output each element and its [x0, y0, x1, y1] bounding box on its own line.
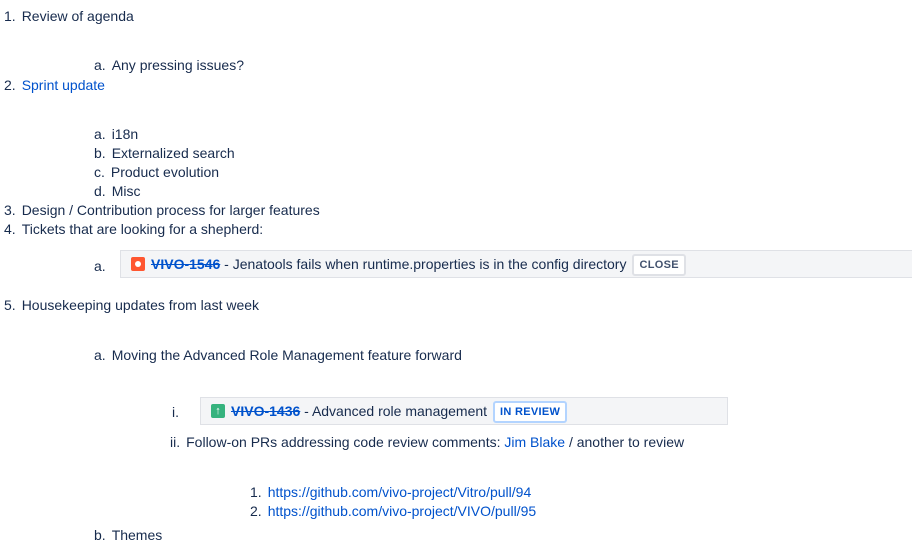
- list-item: a. i18n: [94, 125, 138, 143]
- jira-issue-separator: -: [300, 403, 312, 419]
- list-marker: 1.: [4, 8, 16, 24]
- list-marker: 3.: [4, 202, 16, 218]
- list-item: 3. Design / Contribution process for larg…: [4, 201, 320, 219]
- pr-link[interactable]: https://github.com/vivo-project/Vitro/pu…: [268, 484, 532, 500]
- list-marker: 2.: [250, 503, 262, 519]
- list-item-text: Follow-on PRs addressing code review com…: [186, 434, 505, 450]
- bug-icon: [131, 257, 145, 271]
- list-item-text: Design / Contribution process for larger…: [21, 202, 320, 218]
- list-item-text: Moving the Advanced Role Management feat…: [111, 347, 462, 363]
- list-item-text: Housekeeping updates from last week: [21, 297, 260, 313]
- pr-link[interactable]: https://github.com/vivo-project/VIVO/pul…: [268, 503, 536, 519]
- list-marker: c.: [94, 164, 105, 180]
- list-item: 5. Housekeeping updates from last week: [4, 296, 259, 314]
- list-item-text: Externalized search: [111, 145, 235, 161]
- list-item-text: i18n: [111, 126, 139, 142]
- status-badge: IN REVIEW: [493, 401, 568, 424]
- list-item: 2. Sprint update: [4, 76, 105, 94]
- list-item-text: Review of agenda: [21, 8, 134, 24]
- list-item: d. Misc: [94, 182, 140, 200]
- list-item: ii. Follow-on PRs addressing code review …: [170, 433, 684, 451]
- list-marker: a.: [94, 347, 106, 363]
- list-item-text: Themes: [111, 527, 163, 543]
- jira-issue-summary: Advanced role management: [311, 403, 488, 419]
- jira-issue-summary: Jenatools fails when runtime.properties …: [232, 256, 627, 272]
- list-item-text: Product evolution: [110, 164, 220, 180]
- list-item: a. Moving the Advanced Role Management fe…: [94, 346, 462, 364]
- list-marker: a.: [94, 126, 106, 142]
- list-item: b. Externalized search: [94, 144, 235, 162]
- list-item: a. Any pressing issues?: [94, 56, 244, 74]
- jira-issue-macro: VIVO-1546 - Jenatools fails when runtime…: [120, 250, 912, 278]
- list-item: a.: [94, 257, 112, 275]
- list-item: i.: [172, 403, 185, 421]
- user-mention-link[interactable]: Jim Blake: [504, 434, 565, 450]
- list-marker: 1.: [250, 484, 262, 500]
- jira-issue-key-link[interactable]: VIVO-1546: [151, 256, 220, 272]
- list-marker: 5.: [4, 297, 16, 313]
- list-marker: a.: [94, 258, 106, 274]
- list-item: b. Themes: [94, 526, 162, 544]
- jira-issue-macro: ↑ VIVO-1436 - Advanced role management IN…: [200, 397, 728, 425]
- list-item-text: Tickets that are looking for a shepherd:: [21, 221, 264, 237]
- list-marker: 2.: [4, 77, 16, 93]
- list-item-text: / another to review: [565, 434, 685, 450]
- list-item: 1. https://github.com/vivo-project/Vitro/…: [250, 483, 531, 501]
- list-marker: i.: [172, 404, 179, 420]
- list-marker: b.: [94, 145, 106, 161]
- arrow-up-icon: ↑: [211, 404, 225, 418]
- list-marker: ii.: [170, 434, 181, 450]
- list-marker: a.: [94, 57, 106, 73]
- list-item: 1. Review of agenda: [4, 7, 134, 25]
- list-item: 4. Tickets that are looking for a shepher…: [4, 220, 263, 238]
- list-marker: d.: [94, 183, 106, 199]
- list-item: c. Product evolution: [94, 163, 219, 181]
- list-item-text: Any pressing issues?: [111, 57, 244, 73]
- jira-issue-key-link[interactable]: VIVO-1436: [231, 403, 300, 419]
- list-marker: 4.: [4, 221, 16, 237]
- list-item-text: Misc: [111, 183, 141, 199]
- jira-issue-separator: -: [220, 256, 233, 272]
- list-marker: b.: [94, 527, 106, 543]
- status-badge: CLOSE: [632, 254, 686, 277]
- list-item: 2. https://github.com/vivo-project/VIVO/p…: [250, 502, 536, 520]
- sprint-update-link[interactable]: Sprint update: [22, 77, 105, 93]
